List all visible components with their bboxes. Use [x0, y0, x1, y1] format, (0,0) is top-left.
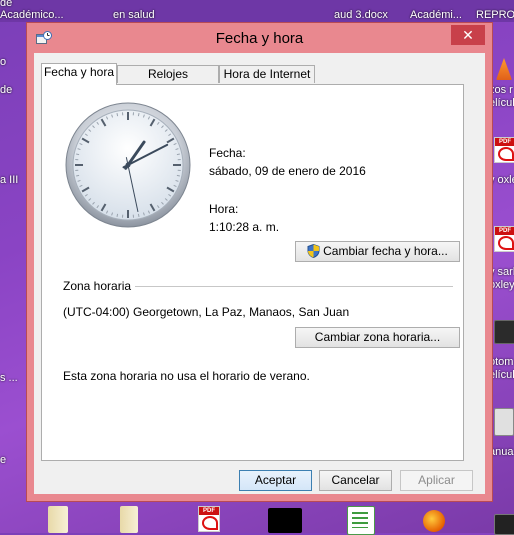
desktop-icon-label[interactable]: Académi... — [410, 9, 462, 22]
dialog-client-area: Fecha y hora Relojes adicionales Hora de… — [34, 53, 485, 494]
timezone-group-label: Zona horaria — [63, 279, 131, 293]
uac-shield-icon — [307, 244, 320, 258]
group-divider — [135, 286, 453, 287]
desktop-icon-label[interactable]: en salud — [113, 9, 155, 22]
clock-minute-tick — [177, 154, 180, 155]
clock-minute-tick — [138, 113, 139, 116]
video-file-icon[interactable] — [494, 514, 514, 535]
timezone-value: (UTC-04:00) Georgetown, La Paz, Manaos, … — [63, 305, 349, 319]
desktop-icon-label[interactable]: de — [0, 84, 12, 97]
close-button[interactable]: ✕ — [451, 25, 485, 45]
title-bar[interactable]: Fecha y hora ✕ — [27, 23, 492, 53]
change-timezone-label: Cambiar zona horaria... — [315, 330, 440, 344]
spreadsheet-file-icon[interactable] — [347, 506, 375, 535]
desktop-bottom-row: PDF — [0, 502, 514, 533]
pdf-file-icon[interactable]: PDF — [494, 226, 514, 252]
clock-face — [64, 101, 192, 229]
window-title: Fecha y hora — [27, 30, 492, 47]
time-label: Hora: — [209, 202, 238, 216]
tab-date-time[interactable]: Fecha y hora — [41, 63, 117, 85]
change-datetime-button[interactable]: Cambiar fecha y hora... — [295, 241, 460, 262]
date-label: Fecha: — [209, 146, 246, 160]
clock-minute-tick — [76, 154, 79, 155]
video-file-icon[interactable] — [494, 320, 514, 344]
time-value: 1:10:28 a. m. — [209, 220, 279, 234]
clock-minute-tick — [117, 214, 118, 217]
change-datetime-label: Cambiar fecha y hora... — [323, 244, 448, 258]
apply-button[interactable]: Aplicar — [400, 470, 473, 491]
tab-additional-clocks[interactable]: Relojes adicionales — [117, 65, 219, 83]
pdf-file-icon[interactable]: PDF — [198, 506, 220, 532]
date-value: sábado, 09 de enero de 2016 — [209, 164, 366, 178]
clock-minute-tick — [138, 214, 139, 217]
video-thumbnail-icon[interactable] — [268, 508, 302, 533]
close-icon: ✕ — [462, 27, 474, 43]
clock-minute-tick — [117, 113, 118, 116]
firefox-icon[interactable] — [423, 510, 445, 532]
folder-icon[interactable] — [48, 506, 68, 533]
change-timezone-button[interactable]: Cambiar zona horaria... — [295, 327, 460, 348]
desktop-top-strip: de Académico... en salud aud 3.docx Acad… — [0, 0, 514, 22]
desktop-icon-label[interactable]: Académico... — [0, 9, 64, 22]
desktop-icon-label[interactable]: aud 3.docx — [334, 9, 388, 22]
desktop-icon-label[interactable]: o — [0, 56, 6, 69]
vlc-icon[interactable] — [496, 58, 512, 80]
pdf-file-icon[interactable]: PDF — [494, 137, 514, 163]
tab-internet-time[interactable]: Hora de Internet — [219, 65, 315, 83]
analog-clock — [64, 101, 192, 232]
tab-panel-date-time: Fecha: sábado, 09 de enero de 2016 Hora:… — [41, 84, 464, 461]
date-time-dialog: Fecha y hora ✕ Fecha y hora Relojes adic… — [26, 22, 493, 502]
desktop-icon-label[interactable]: a III — [0, 174, 18, 187]
dst-note: Esta zona horaria no usa el horario de v… — [63, 369, 310, 383]
ok-button[interactable]: Aceptar — [239, 470, 312, 491]
clock-minute-tick — [76, 175, 79, 176]
desktop-icon-label[interactable]: s ... — [0, 372, 18, 385]
install-disc-icon[interactable] — [494, 408, 514, 436]
desktop-icon-label[interactable]: e — [0, 454, 6, 467]
clock-minute-tick — [177, 175, 180, 176]
folder-icon[interactable] — [120, 506, 138, 533]
desktop-icon-label[interactable]: REPRO — [476, 9, 514, 22]
cancel-button[interactable]: Cancelar — [319, 470, 392, 491]
